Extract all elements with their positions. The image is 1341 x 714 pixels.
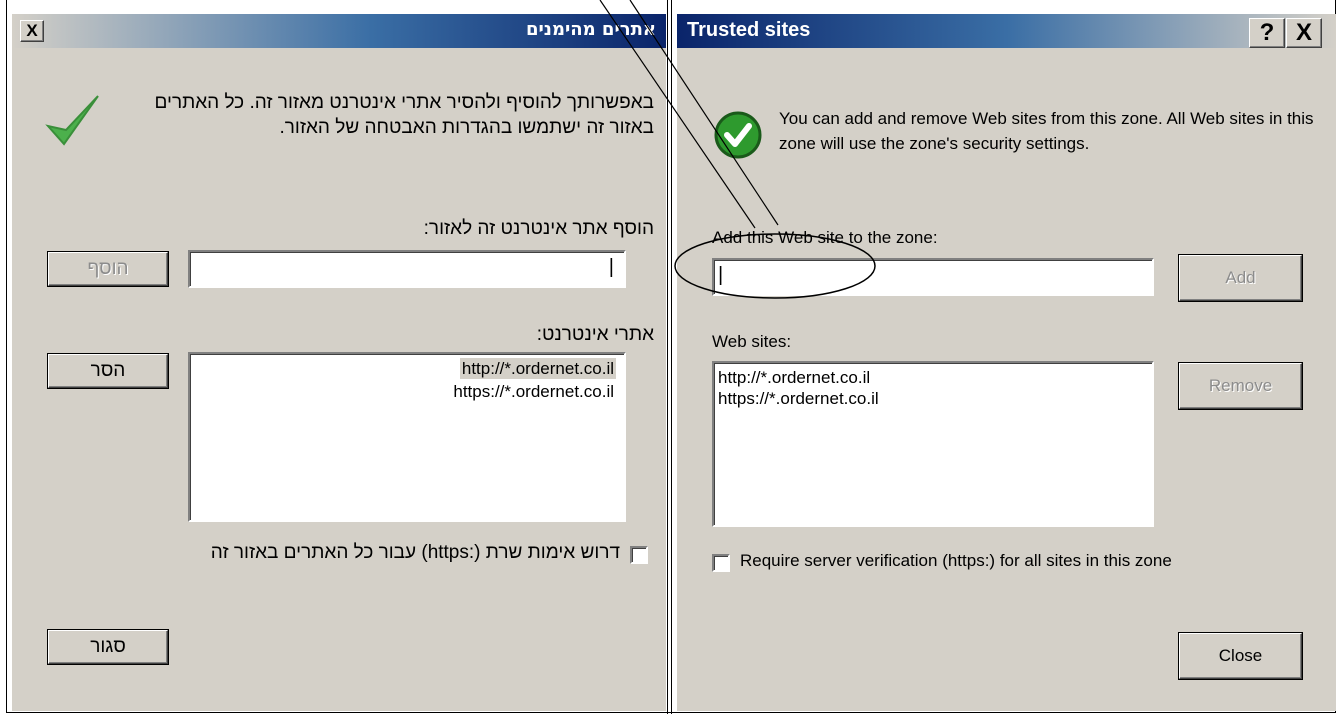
annotation-line [599,0,756,229]
annotation-overlay [599,0,876,299]
annotation-ellipse [674,233,876,299]
annotation-line [629,0,779,226]
